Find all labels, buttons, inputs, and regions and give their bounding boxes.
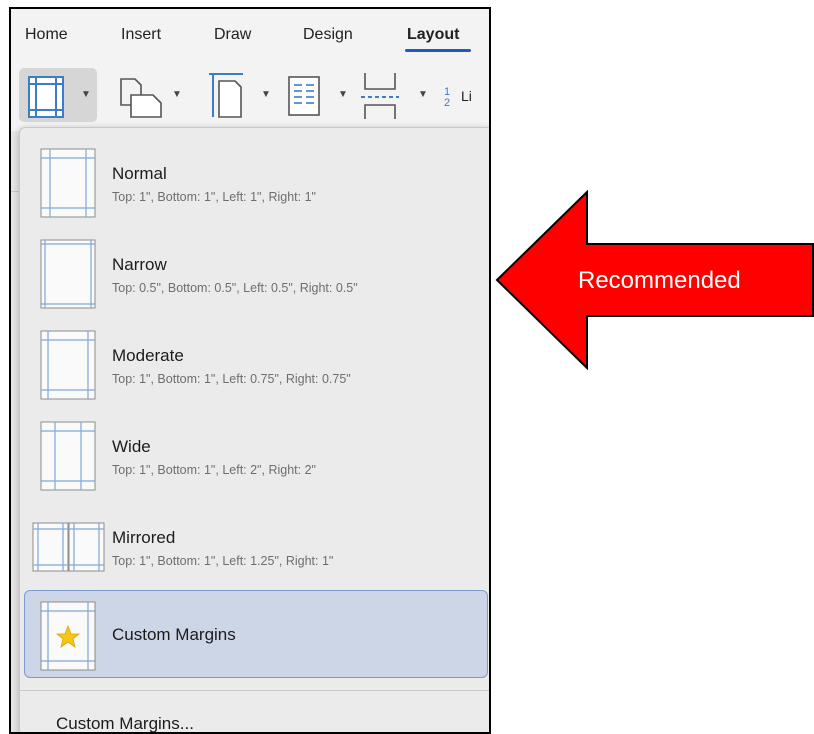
breaks-icon[interactable] xyxy=(359,71,403,121)
option-title: Narrow xyxy=(112,255,167,274)
narrow-margins-icon xyxy=(40,239,96,309)
line-numbers-icon[interactable]: 1 2 xyxy=(442,87,452,109)
margin-option-moderate[interactable]: Moderate Top: 1", Bottom: 1", Left: 0.75… xyxy=(20,316,489,404)
option-description: Top: 1", Bottom: 1", Left: 1.25", Right:… xyxy=(112,554,334,568)
custom-margins-dialog-link[interactable]: Custom Margins... xyxy=(56,714,194,732)
orientation-icon[interactable] xyxy=(117,75,167,119)
chevron-down-icon[interactable]: ▼ xyxy=(81,89,91,100)
option-title: Normal xyxy=(112,164,167,183)
custom-margins-icon xyxy=(40,601,96,671)
option-description: Top: 0.5", Bottom: 0.5", Left: 0.5", Rig… xyxy=(112,281,358,295)
tab-design[interactable]: Design xyxy=(303,26,353,44)
margin-option-normal[interactable]: Normal Top: 1", Bottom: 1", Left: 1", Ri… xyxy=(20,134,489,222)
option-title: Custom Margins xyxy=(112,625,236,644)
active-tab-indicator xyxy=(405,49,471,52)
normal-margins-icon xyxy=(40,148,96,218)
option-title: Mirrored xyxy=(112,528,176,547)
tab-insert[interactable]: Insert xyxy=(121,26,161,44)
chevron-down-icon[interactable]: ▼ xyxy=(261,89,271,100)
option-title: Wide xyxy=(112,437,151,456)
option-title: Moderate xyxy=(112,346,184,365)
columns-icon[interactable] xyxy=(287,75,323,119)
chevron-down-icon[interactable]: ▼ xyxy=(418,89,428,100)
option-description: Top: 1", Bottom: 1", Left: 1", Right: 1" xyxy=(112,190,316,204)
margin-option-custom[interactable]: Custom Margins xyxy=(24,590,488,678)
tab-draw[interactable]: Draw xyxy=(214,26,251,44)
tab-home[interactable]: Home xyxy=(25,26,68,44)
mirrored-margins-icon xyxy=(32,522,105,572)
margin-option-wide[interactable]: Wide Top: 1", Bottom: 1", Left: 2", Righ… xyxy=(20,407,489,495)
moderate-margins-icon xyxy=(40,330,96,400)
chevron-down-icon[interactable]: ▼ xyxy=(338,89,348,100)
option-description: Top: 1", Bottom: 1", Left: 0.75", Right:… xyxy=(112,372,351,386)
margin-option-narrow[interactable]: Narrow Top: 0.5", Bottom: 0.5", Left: 0.… xyxy=(20,225,489,313)
margin-option-mirrored[interactable]: Mirrored Top: 1", Bottom: 1", Left: 1.25… xyxy=(20,498,489,586)
recommended-label: Recommended xyxy=(578,267,741,294)
layout-ribbon: ▼ ▼ ▼ ▼ ▼ 1 2 Li xyxy=(11,61,489,131)
option-description: Top: 1", Bottom: 1", Left: 2", Right: 2" xyxy=(112,463,316,477)
wide-margins-icon xyxy=(40,421,96,491)
word-window: Home Insert Draw Design Layout ▼ ▼ ▼ ▼ ▼… xyxy=(9,7,491,734)
tab-layout[interactable]: Layout xyxy=(407,26,459,44)
menu-divider xyxy=(20,690,489,691)
size-icon[interactable] xyxy=(207,71,247,121)
chevron-down-icon[interactable]: ▼ xyxy=(172,89,182,100)
line-numbers-label[interactable]: Li xyxy=(461,88,472,104)
ribbon-tab-bar: Home Insert Draw Design Layout xyxy=(11,9,489,61)
margins-dropdown-menu: Normal Top: 1", Bottom: 1", Left: 1", Ri… xyxy=(19,127,489,732)
margins-icon[interactable] xyxy=(27,75,67,119)
